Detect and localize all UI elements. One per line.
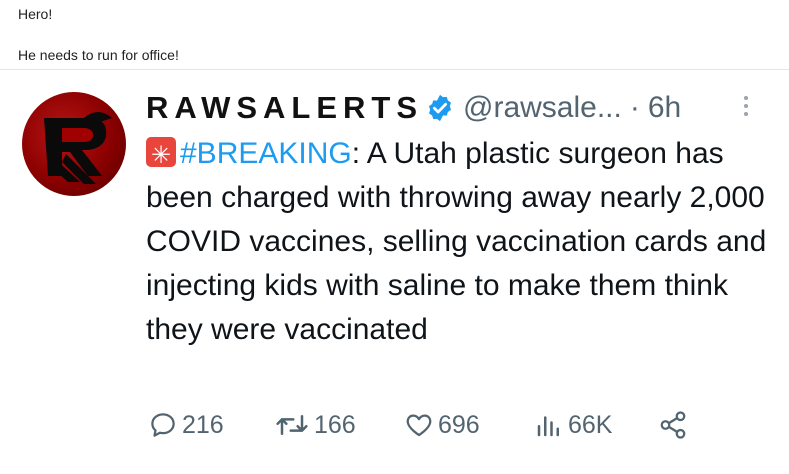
retweet-button[interactable]: 166	[274, 410, 356, 440]
views-icon	[537, 416, 559, 437]
hashtag-link[interactable]: #BREAKING	[180, 137, 352, 170]
share-button[interactable]	[658, 410, 688, 440]
timestamp[interactable]: 6h	[648, 91, 681, 125]
retweet-icon	[276, 415, 308, 435]
tweet-text: #BREAKING: A Utah plastic surgeon has be…	[146, 132, 776, 352]
views-count: 66K	[568, 410, 613, 439]
reply-button[interactable]: 216	[148, 410, 224, 440]
handle[interactable]: @rawsale...	[463, 91, 622, 125]
verified-badge-icon	[429, 94, 451, 122]
like-count: 696	[438, 410, 480, 439]
heart-icon	[406, 414, 432, 437]
comment-text-2: He needs to run for office!	[18, 47, 179, 63]
reply-icon	[151, 413, 175, 437]
tweet-header: RAWSALERTS @rawsale... · 6h	[146, 88, 681, 128]
siren-icon	[146, 134, 176, 178]
rawsalerts-logo-icon	[44, 112, 112, 184]
reply-count: 216	[182, 410, 224, 439]
avatar[interactable]	[22, 92, 126, 196]
separator-dot: ·	[629, 91, 640, 124]
like-button[interactable]: 696	[404, 410, 480, 440]
more-options-icon[interactable]	[740, 92, 752, 124]
views-button[interactable]: 66K	[534, 410, 612, 440]
share-icon	[660, 411, 686, 439]
embedded-tweet[interactable]: RAWSALERTS @rawsale... · 6h #BREAKING: A…	[0, 70, 789, 474]
display-name[interactable]: RAWSALERTS	[146, 90, 423, 126]
retweet-count: 166	[314, 410, 356, 439]
comment-text-1: Hero!	[18, 6, 53, 22]
